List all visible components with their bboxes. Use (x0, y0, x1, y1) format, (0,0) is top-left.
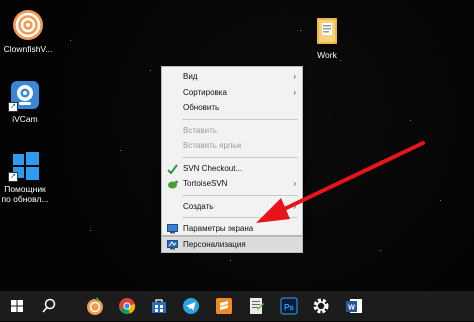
store-icon[interactable] (148, 295, 170, 317)
clownfish-taskbar-icon[interactable] (84, 295, 106, 317)
desktop-background[interactable]: ClownfishV... ↗ iVCam ↗ Помощник по обно… (0, 0, 474, 291)
notepad-icon[interactable] (245, 295, 267, 317)
search-icon[interactable] (38, 295, 60, 317)
chrome-icon[interactable] (116, 295, 138, 317)
word-icon[interactable]: W (343, 295, 365, 317)
settings-gear-icon[interactable] (310, 295, 332, 317)
taskbar: Ps W (0, 291, 474, 321)
windows-start-icon[interactable] (6, 295, 28, 317)
svg-text:W: W (348, 305, 355, 312)
photoshop-icon[interactable]: Ps (278, 295, 300, 317)
svg-text:Ps: Ps (284, 303, 294, 312)
annotation-arrow-icon (256, 141, 425, 223)
telegram-icon[interactable] (180, 295, 202, 317)
sublime-text-icon[interactable] (213, 295, 235, 317)
